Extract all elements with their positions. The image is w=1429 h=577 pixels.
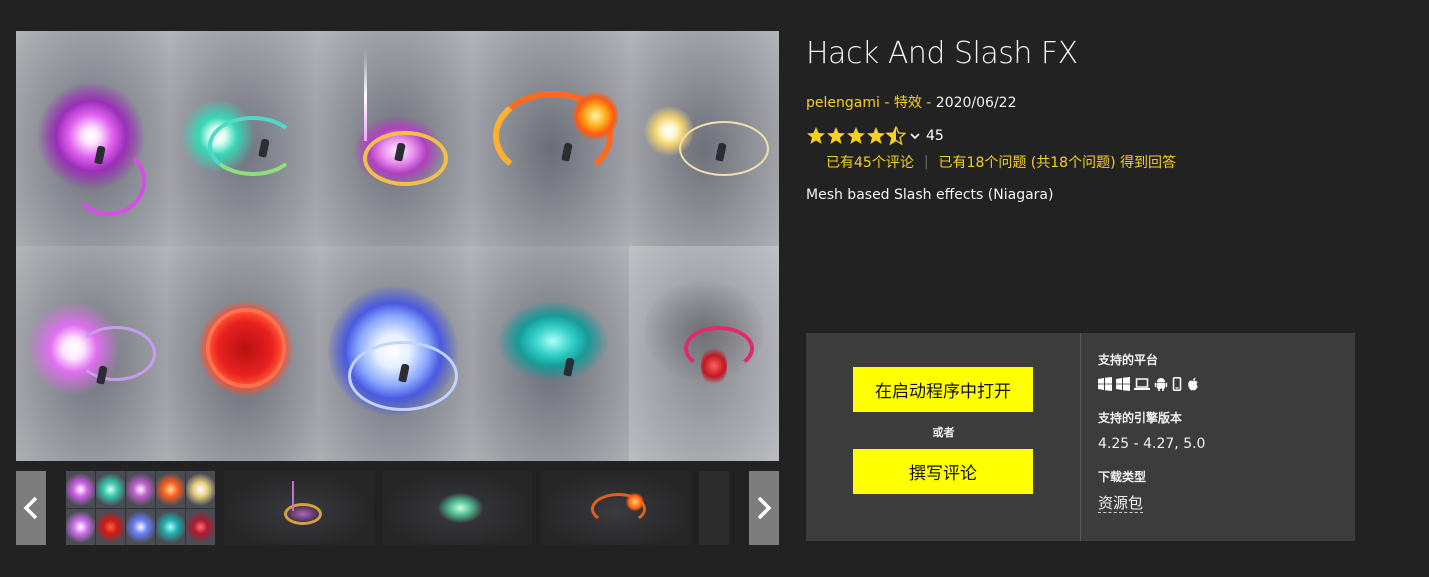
reviews-link[interactable]: 已有45个评论	[826, 152, 914, 172]
platforms-label: 支持的平台	[1098, 353, 1159, 367]
star-full-icon	[827, 127, 845, 144]
windows-icon	[1116, 377, 1130, 391]
effect-preview	[168, 31, 318, 246]
meta-separator: -	[879, 95, 894, 111]
effect-preview	[318, 31, 473, 246]
rating-widget[interactable]: 45	[806, 126, 944, 146]
chevron-left-icon	[23, 496, 38, 520]
action-panel: 在启动程序中打开 或者 撰写评论 支持的平台 支持的引擎版本 4.25 - 4.…	[806, 333, 1355, 541]
star-full-icon	[807, 127, 825, 144]
engine-version-label: 支持的引擎版本	[1098, 411, 1183, 425]
thumbnail-strip	[16, 471, 779, 545]
star-full-icon	[847, 127, 865, 144]
rating-count: 45	[926, 128, 944, 144]
open-in-launcher-button[interactable]: 在启动程序中打开	[853, 367, 1033, 412]
chevron-down-icon	[910, 133, 920, 140]
effect-preview	[318, 246, 473, 461]
effect-preview	[473, 31, 629, 246]
thumbnail-image[interactable]	[383, 471, 532, 545]
product-meta: pelengami - 特效 - 2020/06/22	[806, 92, 1016, 112]
questions-link[interactable]: 已有18个问题 (共18个问题) 得到回答	[939, 152, 1176, 172]
meta-separator: -	[921, 95, 936, 111]
platform-icons	[1098, 377, 1200, 391]
download-type-label: 下载类型	[1098, 470, 1147, 484]
rating-stars	[806, 126, 906, 146]
effect-preview	[168, 246, 318, 461]
review-summary: 已有45个评论 | 已有18个问题 (共18个问题) 得到回答	[826, 152, 1176, 172]
star-full-icon	[867, 127, 885, 144]
laptop-icon	[1134, 377, 1150, 391]
effect-preview	[629, 246, 779, 461]
or-label: 或者	[932, 426, 955, 439]
effect-preview	[473, 246, 629, 461]
thumbnail-image[interactable]	[541, 471, 691, 545]
windows-icon	[1098, 377, 1112, 391]
gallery-main-image[interactable]	[16, 31, 779, 461]
download-type-value[interactable]: 资源包	[1098, 494, 1144, 513]
star-half-icon	[886, 126, 906, 146]
thumbnail-image[interactable]	[699, 471, 729, 545]
product-title: Hack And Slash FX	[806, 36, 1078, 71]
write-review-button[interactable]: 撰写评论	[853, 449, 1033, 494]
effect-preview	[629, 31, 779, 246]
mobile-icon	[1172, 377, 1182, 391]
divider: |	[923, 154, 929, 170]
action-buttons: 在启动程序中打开 或者 撰写评论	[806, 333, 1081, 541]
effect-preview	[16, 246, 168, 461]
android-icon	[1154, 377, 1168, 391]
thumbnail-image[interactable]	[224, 471, 374, 545]
next-image-button[interactable]	[749, 471, 779, 545]
previous-image-button[interactable]	[16, 471, 46, 545]
effect-preview	[16, 31, 168, 246]
apple-icon	[1186, 377, 1200, 391]
category-link[interactable]: 特效	[894, 95, 922, 111]
author-link[interactable]: pelengami	[806, 95, 880, 111]
product-description: Mesh based Slash effects (Niagara)	[806, 187, 1054, 203]
engine-versions: 4.25 - 4.27, 5.0	[1098, 436, 1206, 452]
thumbnail-image[interactable]	[66, 471, 215, 545]
release-date: 2020/06/22	[935, 95, 1017, 111]
chevron-right-icon	[757, 496, 772, 520]
